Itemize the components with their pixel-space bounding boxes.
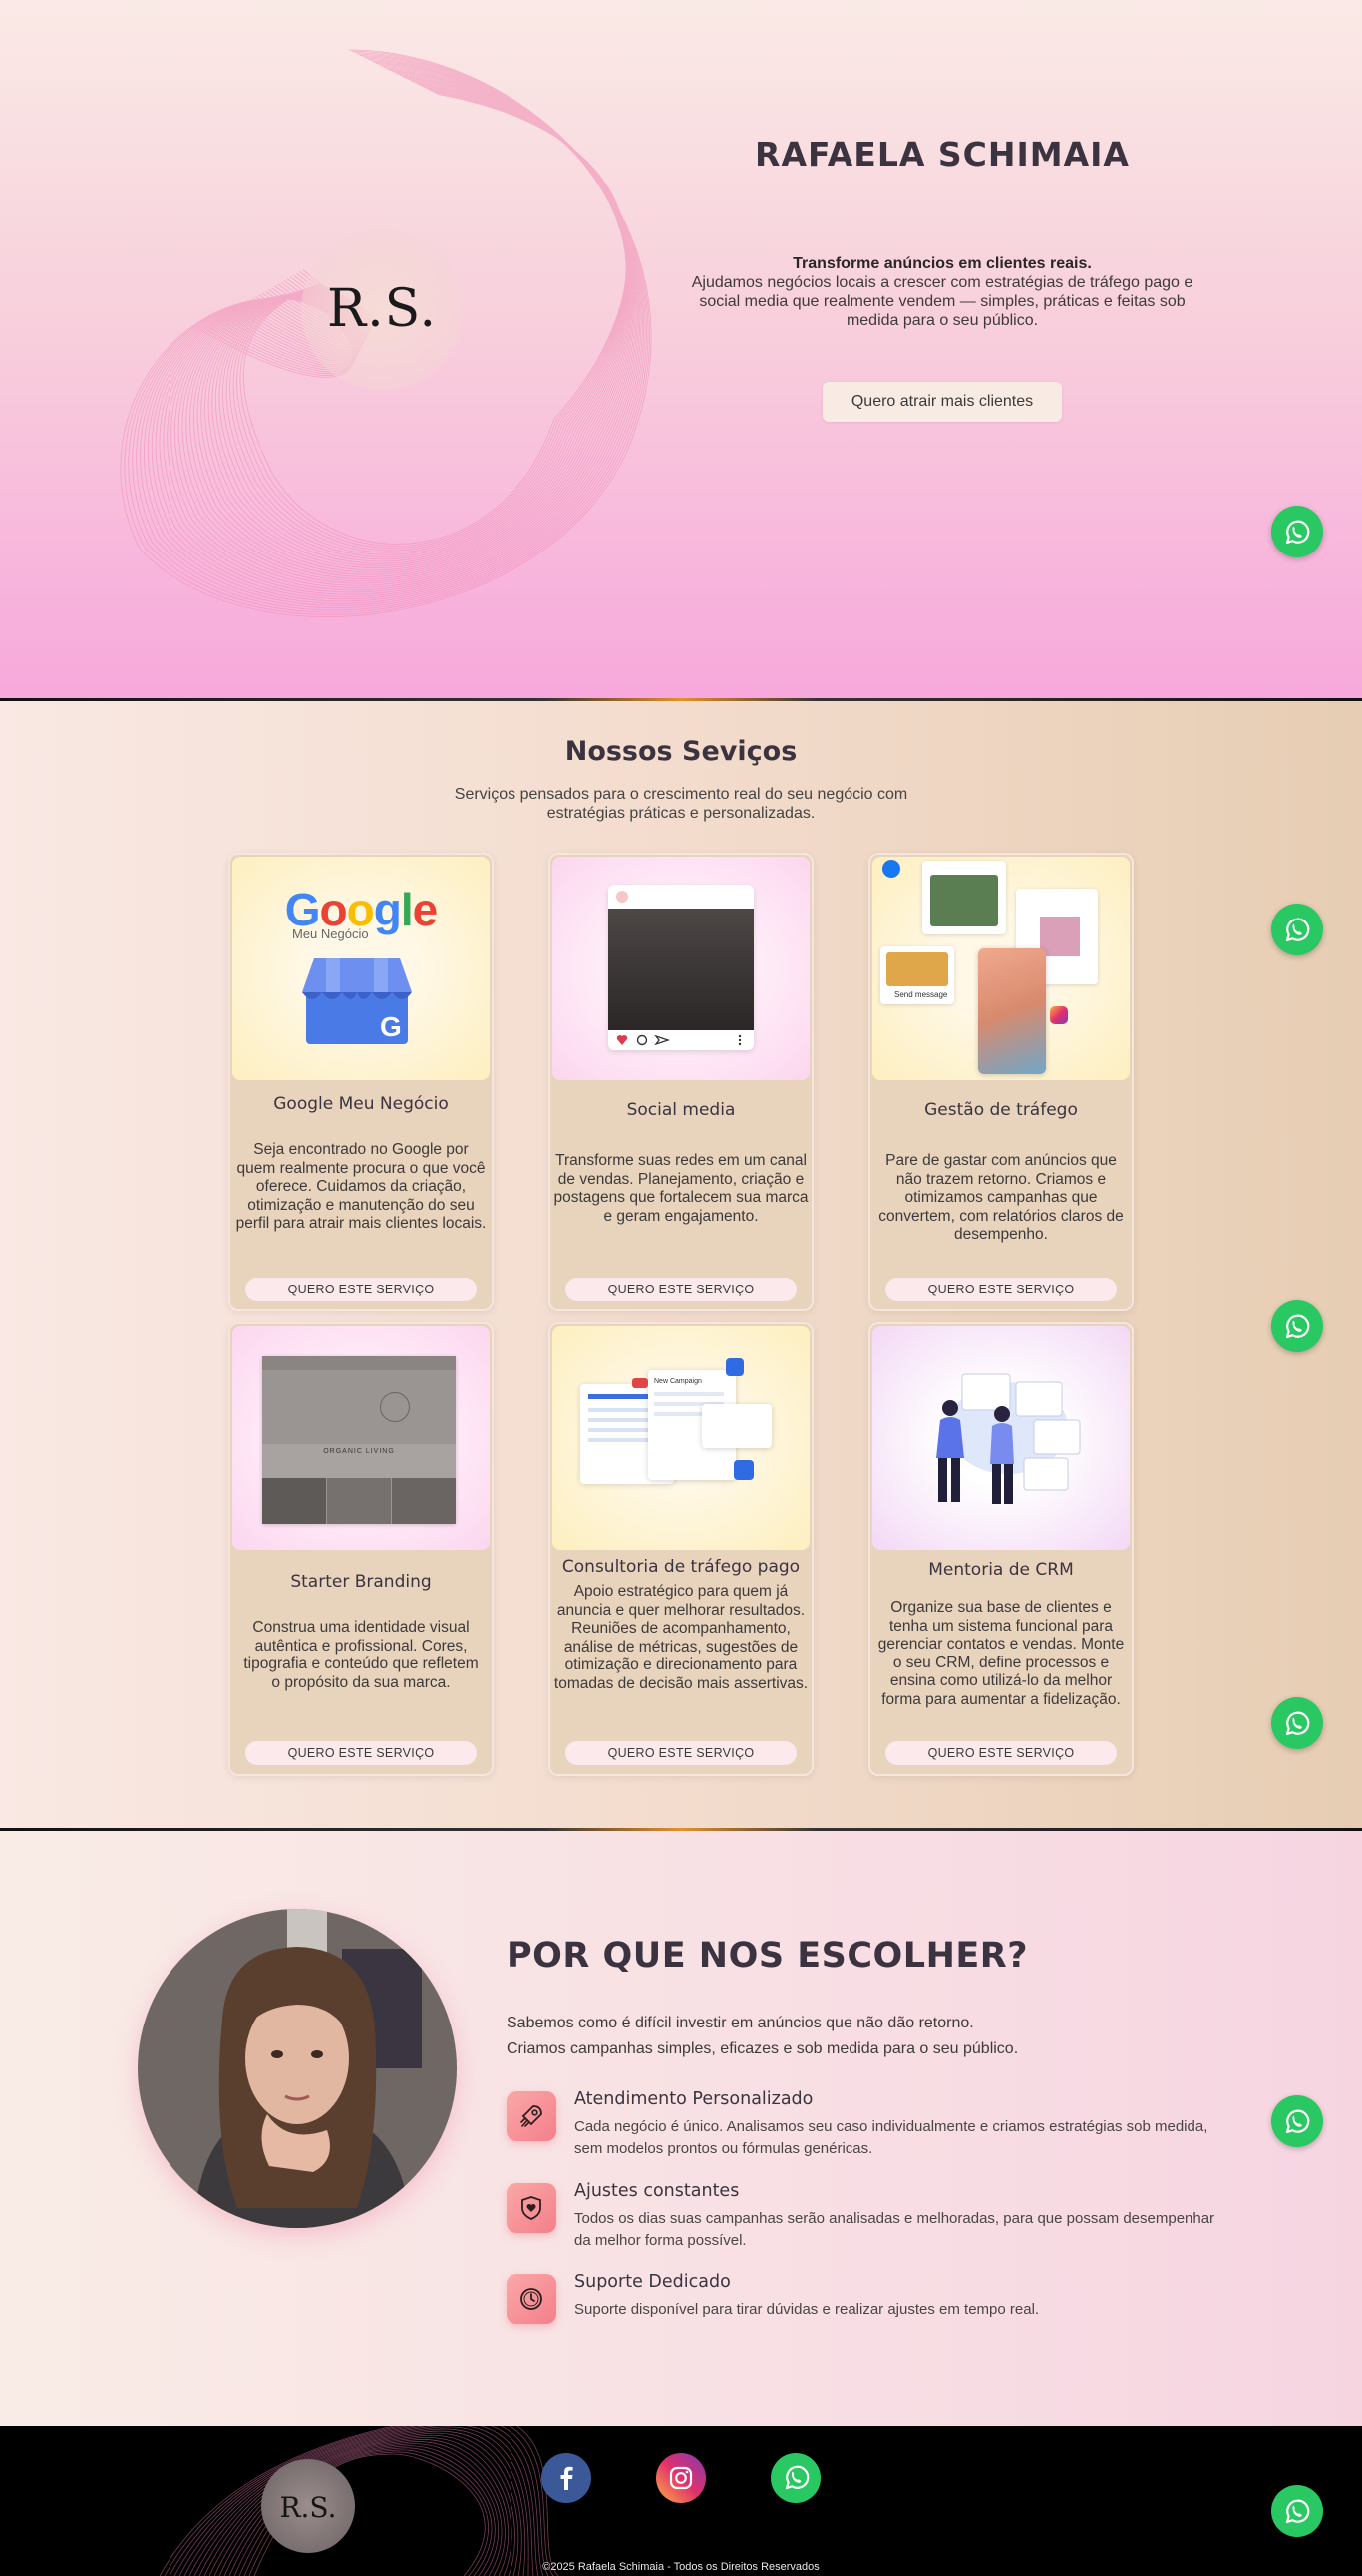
service-text: Construa uma identidade visual autêntica… bbox=[243, 1619, 479, 1691]
service-image-traffic: Send message bbox=[872, 857, 1130, 1080]
google-subtitle: Meu Negócio bbox=[292, 926, 369, 941]
whatsapp-float-button[interactable] bbox=[1271, 506, 1323, 557]
feature-text: Todos os dias suas campanhas serão anali… bbox=[574, 2210, 1215, 2249]
whatsapp-icon bbox=[1285, 520, 1310, 545]
website-mockup: ORGANIC LIVING bbox=[262, 1356, 456, 1524]
service-button[interactable]: QUERO ESTE SERVIÇO bbox=[565, 1741, 797, 1765]
service-card-traffic: Send message Gestão de tráfego Pare de g… bbox=[868, 853, 1134, 1311]
service-text: Apoio estratégico para quem já anuncia e… bbox=[553, 1583, 809, 1692]
service-button[interactable]: QUERO ESTE SERVIÇO bbox=[245, 1741, 477, 1765]
store-icon: G bbox=[302, 958, 412, 1044]
service-title: Consultoria de tráfego pago bbox=[561, 1557, 801, 1577]
service-image-consulting: New Campaign bbox=[552, 1326, 810, 1550]
hero-cta-button[interactable]: Quero atrair mais clientes bbox=[823, 382, 1062, 422]
service-text: Pare de gastar com anúncios que não traz… bbox=[878, 1152, 1124, 1243]
footer-logo: R.S. bbox=[279, 2491, 337, 2524]
service-button[interactable]: QUERO ESTE SERVIÇO bbox=[565, 1278, 797, 1301]
whatsapp-icon bbox=[1285, 2499, 1310, 2524]
why-section: POR QUE NOS ESCOLHER? Sabemos como é dif… bbox=[0, 1831, 1362, 2426]
whatsapp-float-button[interactable] bbox=[1271, 1300, 1323, 1352]
service-button[interactable]: QUERO ESTE SERVIÇO bbox=[885, 1278, 1117, 1301]
service-text: Organize sua base de clientes e tenha um… bbox=[877, 1599, 1125, 1708]
crm-team-illustration bbox=[936, 1373, 1081, 1504]
why-lead-line-1: Sabemos como é difícil investir em anúnc… bbox=[507, 2015, 974, 2031]
service-card-crm: Mentoria de CRM Organize sua base de cli… bbox=[868, 1322, 1134, 1776]
services-title: Nossos Seviços bbox=[564, 736, 798, 767]
why-lead-line-2: Criamos campanhas simples, eficazes e so… bbox=[507, 2040, 1019, 2057]
post-actions-icon bbox=[616, 1034, 742, 1046]
service-card-consulting: New Campaign Consultoria de tráfego pago… bbox=[548, 1322, 814, 1776]
whatsapp-icon bbox=[785, 2465, 810, 2490]
service-image-social bbox=[552, 857, 810, 1080]
services-section: Nossos Seviços Serviços pensados para o … bbox=[0, 701, 1362, 1828]
service-image-branding: ORGANIC LIVING bbox=[232, 1326, 490, 1550]
hero-title: RAFAELA SCHIMAIA bbox=[755, 135, 1130, 174]
services-subtitle: Serviços pensados para o crescimento rea… bbox=[454, 786, 908, 822]
whatsapp-icon bbox=[1285, 2109, 1310, 2134]
whatsapp-float-button[interactable] bbox=[1271, 904, 1323, 955]
whatsapp-float-button[interactable] bbox=[1271, 2485, 1323, 2537]
whatsapp-icon bbox=[1285, 1711, 1310, 1736]
service-button[interactable]: QUERO ESTE SERVIÇO bbox=[885, 1741, 1117, 1765]
footer: R.S. ©2025 Rafaela Schimaia - Todos os D… bbox=[0, 2426, 1362, 2576]
hero-section: R.S. RAFAELA SCHIMAIA Transforme anúncio… bbox=[0, 0, 1362, 698]
hero-headline: Transforme anúncios em clientes reais. bbox=[793, 255, 1092, 272]
instagram-link[interactable] bbox=[656, 2453, 706, 2503]
service-card-social: Social media Transforme suas redes em um… bbox=[548, 853, 814, 1311]
service-title: Mentoria de CRM bbox=[928, 1560, 1074, 1580]
service-title: Social media bbox=[626, 1100, 736, 1120]
service-text: Transforme suas redes em um canal de ven… bbox=[553, 1152, 809, 1225]
instagram-icon bbox=[669, 2466, 693, 2490]
facebook-link[interactable] bbox=[541, 2453, 591, 2503]
service-image-google: Google Meu Negócio G bbox=[232, 857, 490, 1080]
why-title: POR QUE NOS ESCOLHER? bbox=[507, 1936, 1029, 1976]
hero-description: Transforme anúncios em clientes reais. A… bbox=[678, 254, 1206, 330]
service-card-branding: ORGANIC LIVING Starter Branding Construa… bbox=[228, 1322, 494, 1776]
service-text: Seja encontrado no Google por quem realm… bbox=[235, 1141, 487, 1232]
feature-title: Ajustes constantes bbox=[574, 2181, 740, 2201]
shield-heart-icon bbox=[521, 2196, 541, 2220]
service-card-google: Google Meu Negócio G Google Meu Negócio … bbox=[228, 853, 494, 1311]
whatsapp-icon bbox=[1285, 918, 1310, 942]
feature-text: Suporte disponível para tirar dúvidas e … bbox=[574, 2301, 1040, 2318]
service-image-crm bbox=[872, 1326, 1130, 1550]
phone-post-mockup bbox=[608, 885, 754, 1050]
feature-title: Atendimento Personalizado bbox=[574, 2089, 814, 2109]
whatsapp-icon bbox=[1285, 1314, 1310, 1339]
footer-decorative-waves bbox=[159, 2426, 559, 2576]
feature-text: Cada negócio é único. Analisamos seu cas… bbox=[574, 2118, 1208, 2157]
hero-text: Ajudamos negócios locais a crescer com e… bbox=[691, 274, 1193, 329]
facebook-icon bbox=[560, 2466, 573, 2490]
copyright: ©2025 Rafaela Schimaia - Todos os Direit… bbox=[542, 2561, 820, 2573]
service-title: Google Meu Negócio bbox=[273, 1094, 449, 1114]
clock-icon bbox=[520, 2288, 542, 2310]
logo: R.S. bbox=[327, 279, 437, 339]
why-lead: Sabemos como é difícil investir em anúnc… bbox=[507, 2011, 1204, 2062]
whatsapp-float-button[interactable] bbox=[1271, 1697, 1323, 1749]
whatsapp-link[interactable] bbox=[771, 2453, 821, 2503]
feature-title: Suporte Dedicado bbox=[574, 2272, 731, 2292]
rocket-icon bbox=[520, 2105, 542, 2127]
service-title: Gestão de tráfego bbox=[924, 1100, 1078, 1120]
service-title: Starter Branding bbox=[290, 1572, 432, 1592]
svg-text:G: G bbox=[380, 1011, 402, 1042]
whatsapp-float-button[interactable] bbox=[1271, 2095, 1323, 2147]
profile-photo bbox=[138, 1909, 457, 2228]
service-button[interactable]: QUERO ESTE SERVIÇO bbox=[245, 1278, 477, 1301]
